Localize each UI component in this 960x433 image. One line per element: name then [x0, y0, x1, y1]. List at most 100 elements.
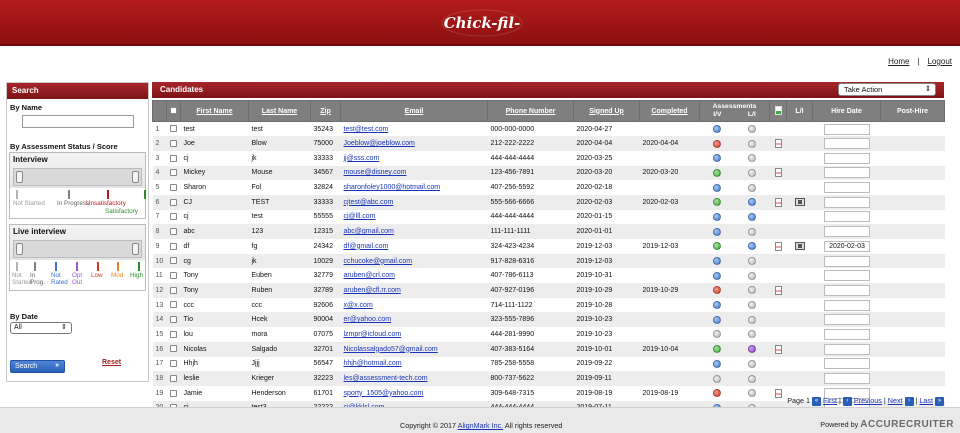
name-search-input[interactable]: [22, 115, 134, 128]
report-doc-icon[interactable]: [774, 344, 782, 354]
row-checkbox[interactable]: [170, 139, 177, 147]
li-status-icon[interactable]: [748, 359, 756, 368]
li-status-icon[interactable]: [748, 286, 756, 295]
iv-status-icon[interactable]: [713, 227, 721, 236]
row-checkbox[interactable]: [170, 360, 177, 368]
next-page-icon[interactable]: ›: [904, 396, 914, 406]
li-status-icon[interactable]: [748, 198, 756, 207]
li-status-icon[interactable]: [748, 227, 756, 236]
live-interview-slider-min-handle[interactable]: [16, 243, 23, 255]
hire-date-input[interactable]: [823, 226, 870, 238]
iv-status-icon[interactable]: [713, 198, 721, 207]
row-checkbox[interactable]: [170, 227, 177, 235]
interview-slider-track[interactable]: [13, 168, 142, 186]
email-link[interactable]: aruben@cfl.rr.com: [344, 287, 401, 294]
video-icon[interactable]: [794, 242, 805, 251]
hire-date-input[interactable]: [823, 167, 870, 179]
email-link[interactable]: abc@gmail.com: [344, 228, 394, 235]
email-link[interactable]: x@x.com: [344, 302, 373, 309]
sort-email-link[interactable]: Email: [405, 108, 424, 115]
sort-first-name-link[interactable]: First Name: [196, 108, 232, 115]
li-status-icon[interactable]: [748, 257, 756, 266]
report-doc-icon[interactable]: [774, 241, 782, 251]
report-doc-icon[interactable]: [774, 388, 782, 398]
row-checkbox[interactable]: [170, 125, 177, 133]
row-checkbox[interactable]: [170, 272, 177, 280]
li-status-icon[interactable]: [748, 212, 756, 221]
date-filter-select[interactable]: All ⇕: [10, 322, 72, 334]
li-status-icon[interactable]: [748, 271, 756, 280]
previous-page-link[interactable]: Previous: [854, 396, 882, 405]
row-checkbox[interactable]: [170, 169, 177, 177]
iv-status-icon[interactable]: [713, 125, 721, 134]
logout-link[interactable]: Logout: [928, 57, 952, 66]
iv-status-icon[interactable]: [713, 168, 721, 177]
li-status-icon[interactable]: [748, 154, 756, 163]
report-doc-icon[interactable]: [774, 168, 782, 178]
iv-status-icon[interactable]: [713, 154, 721, 163]
iv-status-icon[interactable]: [713, 286, 721, 295]
row-checkbox[interactable]: [170, 374, 177, 382]
hire-date-input[interactable]: [823, 182, 870, 194]
li-status-icon[interactable]: [748, 345, 756, 354]
li-status-icon[interactable]: [748, 139, 756, 148]
row-checkbox[interactable]: [170, 345, 177, 353]
email-link[interactable]: mouse@disney.com: [344, 169, 407, 176]
email-link[interactable]: cjtest@abc.com: [344, 199, 394, 206]
iv-status-icon[interactable]: [713, 212, 721, 221]
first-page-icon[interactable]: «: [812, 396, 822, 406]
iv-status-icon[interactable]: [713, 139, 721, 148]
row-checkbox[interactable]: [170, 198, 177, 206]
last-page-link[interactable]: Last: [919, 396, 933, 405]
iv-status-icon[interactable]: [713, 345, 721, 354]
row-checkbox[interactable]: [170, 183, 177, 191]
search-button[interactable]: Search »: [10, 360, 65, 373]
live-interview-slider-track[interactable]: [13, 240, 142, 258]
email-link[interactable]: er@yahoo.com: [344, 316, 392, 323]
interview-slider-max-handle[interactable]: [132, 171, 139, 183]
hire-date-input[interactable]: 2020-02-03: [823, 240, 870, 252]
email-link[interactable]: aruben@crl.com: [344, 272, 395, 279]
email-link[interactable]: hhjh@hotmail.com: [344, 360, 402, 367]
email-link[interactable]: lzmpr@icloud.com: [344, 331, 402, 338]
iv-status-icon[interactable]: [713, 301, 721, 310]
li-status-icon[interactable]: [748, 301, 756, 310]
li-status-icon[interactable]: [748, 183, 756, 192]
li-status-icon[interactable]: [748, 315, 756, 324]
report-doc-icon[interactable]: [774, 197, 782, 207]
email-link[interactable]: cj@lll.com: [344, 213, 376, 220]
row-checkbox[interactable]: [170, 389, 177, 397]
row-checkbox[interactable]: [170, 154, 177, 162]
sort-zip-link[interactable]: Zip: [320, 108, 331, 115]
home-link[interactable]: Home: [888, 57, 909, 66]
iv-status-icon[interactable]: [713, 374, 721, 383]
email-link[interactable]: sharonfoley1000@hotmail.com: [344, 184, 441, 191]
email-link[interactable]: cchucoke@gmail.com: [344, 258, 413, 265]
email-link[interactable]: test@test.com: [344, 126, 389, 133]
take-action-select[interactable]: Take Action ⇕: [838, 83, 936, 96]
email-link[interactable]: df@gmail.com: [344, 243, 389, 250]
hire-date-input[interactable]: [823, 328, 870, 340]
company-link[interactable]: AlignMark Inc.: [458, 421, 504, 430]
li-status-icon[interactable]: [748, 374, 756, 383]
interview-slider-min-handle[interactable]: [16, 171, 23, 183]
li-status-icon[interactable]: [748, 242, 756, 251]
hire-date-input[interactable]: [823, 152, 870, 164]
iv-status-icon[interactable]: [713, 183, 721, 192]
hire-date-input[interactable]: [823, 270, 870, 282]
reset-link[interactable]: Reset: [102, 359, 121, 366]
hire-date-input[interactable]: [823, 343, 870, 355]
iv-status-icon[interactable]: [713, 315, 721, 324]
iv-status-icon[interactable]: [713, 389, 721, 398]
hire-date-input[interactable]: [823, 196, 870, 208]
report-doc-icon[interactable]: [774, 139, 782, 149]
hire-date-input[interactable]: [823, 299, 870, 311]
hire-date-input[interactable]: [823, 123, 870, 135]
email-link[interactable]: jj@sss.com: [344, 155, 380, 162]
iv-status-icon[interactable]: [713, 257, 721, 266]
iv-status-icon[interactable]: [713, 271, 721, 280]
next-page-link[interactable]: Next: [888, 396, 903, 405]
report-doc-icon[interactable]: [774, 285, 782, 295]
last-page-icon[interactable]: »: [935, 396, 944, 406]
hire-date-input[interactable]: [823, 284, 870, 296]
